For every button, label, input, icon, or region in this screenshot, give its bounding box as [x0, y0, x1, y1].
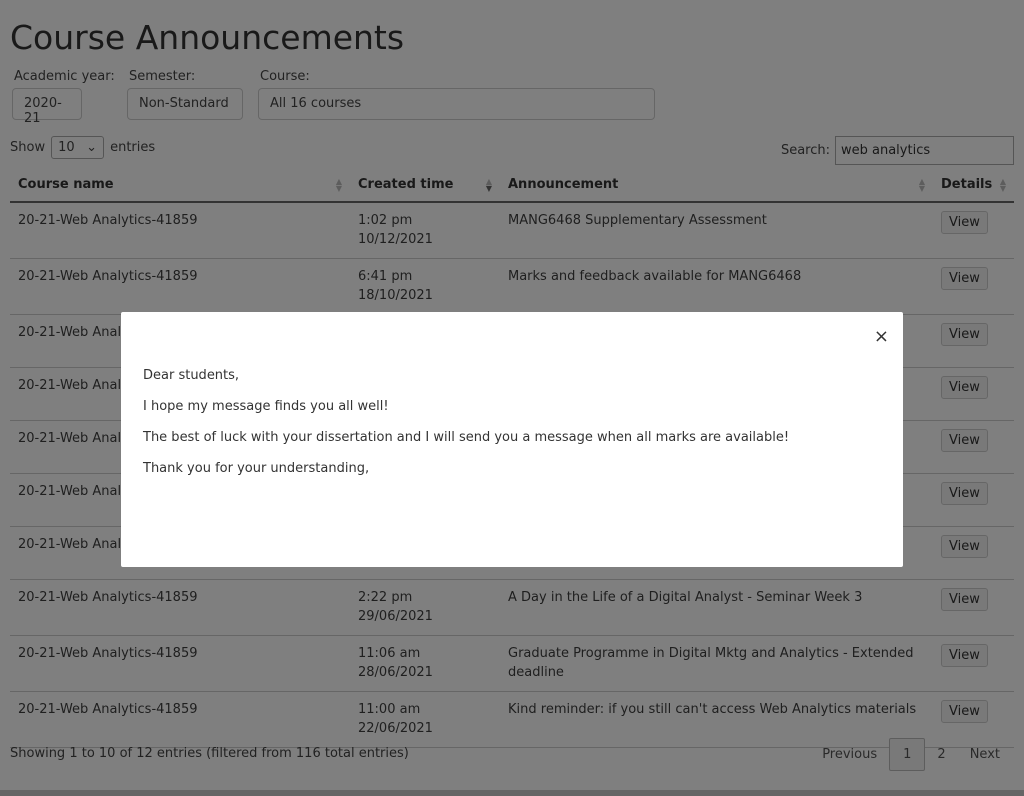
close-icon[interactable]: ×	[874, 326, 889, 347]
bottom-bar	[0, 790, 1024, 796]
announcement-modal: × Dear students, I hope my message finds…	[121, 312, 903, 567]
modal-body: Dear students, I hope my message finds y…	[143, 368, 790, 476]
